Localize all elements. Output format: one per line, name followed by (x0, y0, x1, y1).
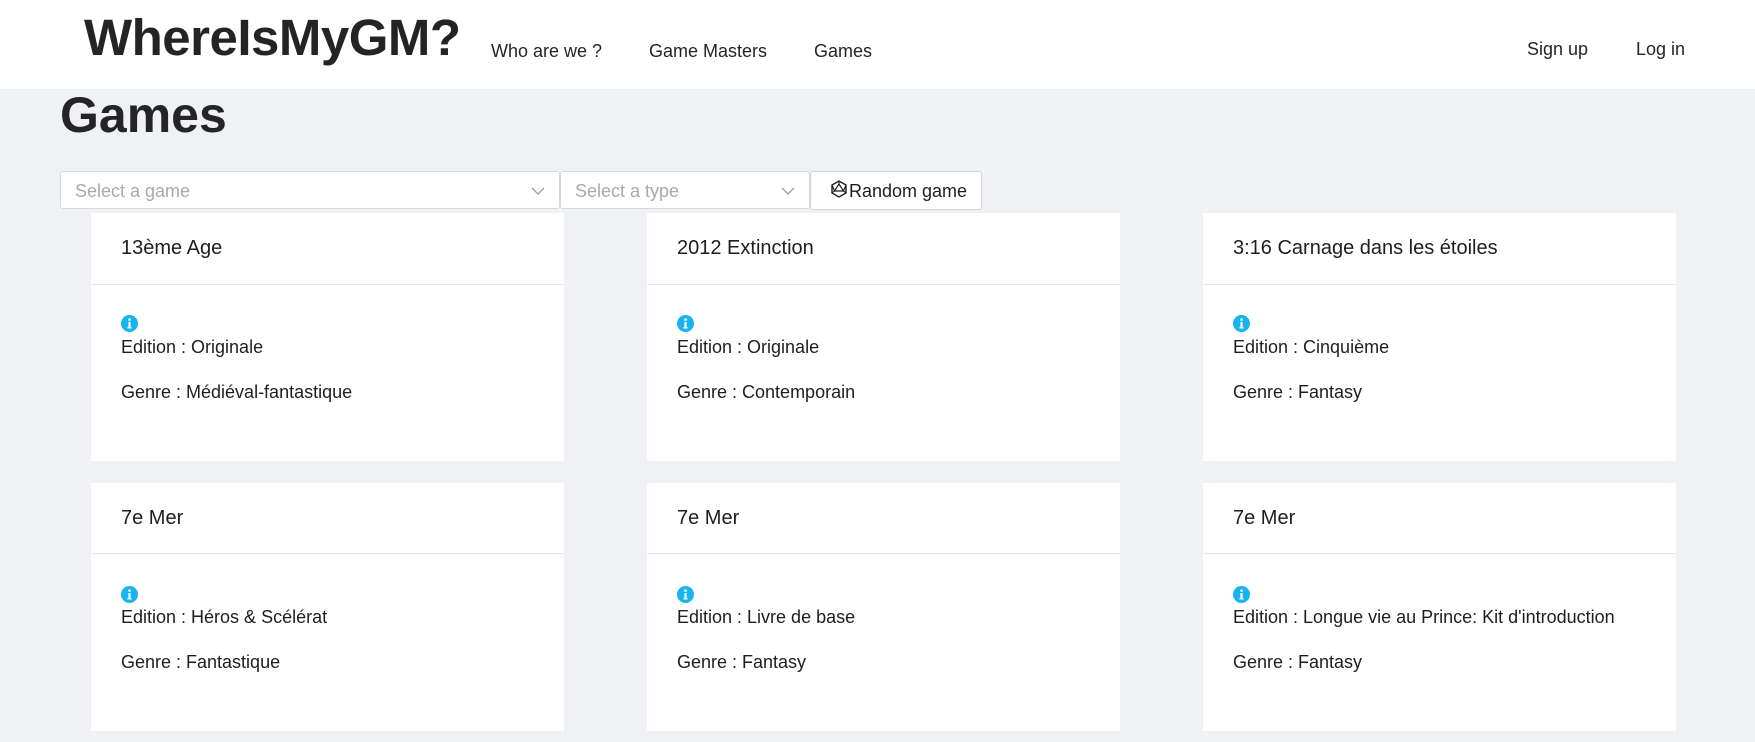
info-icon[interactable] (1233, 586, 1250, 603)
game-card-edition: Edition : Originale (121, 337, 264, 357)
dice-icon (831, 180, 847, 198)
game-select-placeholder: Select a game (75, 181, 191, 201)
game-card[interactable]: 7e Mer Edition : Livre de base Genre : F… (647, 483, 1120, 731)
random-game-button[interactable]: Random game (810, 171, 982, 210)
page-title: Games (60, 87, 227, 143)
game-card-edition: Edition : Cinquième (1233, 337, 1390, 357)
game-card-genre: Genre : Fantastique (121, 652, 281, 672)
info-icon[interactable] (677, 315, 694, 332)
game-card-edition: Edition : Héros & Scélérat (121, 607, 328, 627)
log-in-link[interactable]: Log in (1636, 39, 1685, 60)
game-card-genre: Genre : Fantasy (1233, 382, 1363, 402)
chevron-down-icon (531, 187, 545, 195)
game-card[interactable]: 2012 Extinction Edition : Originale Genr… (647, 213, 1120, 461)
info-icon[interactable] (677, 586, 694, 603)
random-game-label: Random game (849, 181, 968, 201)
game-card[interactable]: 3:16 Carnage dans les étoiles Edition : … (1203, 213, 1676, 461)
game-card-title: 2012 Extinction (677, 237, 814, 259)
nav-game-masters[interactable]: Game Masters (649, 41, 767, 62)
game-card-title: 7e Mer (677, 507, 740, 529)
info-icon[interactable] (121, 586, 138, 603)
game-card-title: 13ème Age (121, 237, 223, 259)
brand-logo[interactable]: WhereIsMyGM? (84, 8, 461, 67)
game-card-header: 2012 Extinction (647, 213, 1120, 285)
game-card-header: 7e Mer (91, 483, 564, 554)
nav-who-are-we[interactable]: Who are we ? (491, 41, 602, 62)
game-card-title: 7e Mer (1233, 507, 1296, 529)
game-card-header: 13ème Age (91, 213, 564, 285)
chevron-down-icon (781, 187, 795, 195)
game-card-edition: Edition : Livre de base (677, 607, 856, 627)
game-card-edition: Edition : Originale (677, 337, 820, 357)
info-icon[interactable] (121, 315, 138, 332)
game-card-genre: Genre : Médiéval-fantastique (121, 382, 353, 402)
game-card-genre: Genre : Fantasy (677, 652, 807, 672)
game-card[interactable]: 7e Mer Edition : Longue vie au Prince: K… (1203, 483, 1676, 731)
game-card-header: 3:16 Carnage dans les étoiles (1203, 213, 1676, 285)
game-card-edition: Edition : Longue vie au Prince: Kit d'in… (1233, 607, 1615, 627)
game-select[interactable]: Select a game (60, 171, 560, 209)
game-card[interactable]: 13ème Age Edition : Originale Genre : Mé… (91, 213, 564, 461)
type-select-placeholder: Select a type (575, 181, 680, 201)
top-navbar: WhereIsMyGM? Who are we ? Game Masters G… (0, 0, 1755, 89)
type-select[interactable]: Select a type (560, 171, 810, 209)
game-card-genre: Genre : Contemporain (677, 382, 856, 402)
info-icon[interactable] (1233, 315, 1250, 332)
sign-up-link[interactable]: Sign up (1527, 39, 1588, 60)
game-card-header: 7e Mer (647, 483, 1120, 554)
game-card[interactable]: 7e Mer Edition : Héros & Scélérat Genre … (91, 483, 564, 731)
game-card-genre: Genre : Fantasy (1233, 652, 1363, 672)
game-card-title: 3:16 Carnage dans les étoiles (1233, 237, 1498, 259)
game-card-title: 7e Mer (121, 507, 184, 529)
game-card-header: 7e Mer (1203, 483, 1676, 554)
nav-games[interactable]: Games (814, 41, 872, 62)
